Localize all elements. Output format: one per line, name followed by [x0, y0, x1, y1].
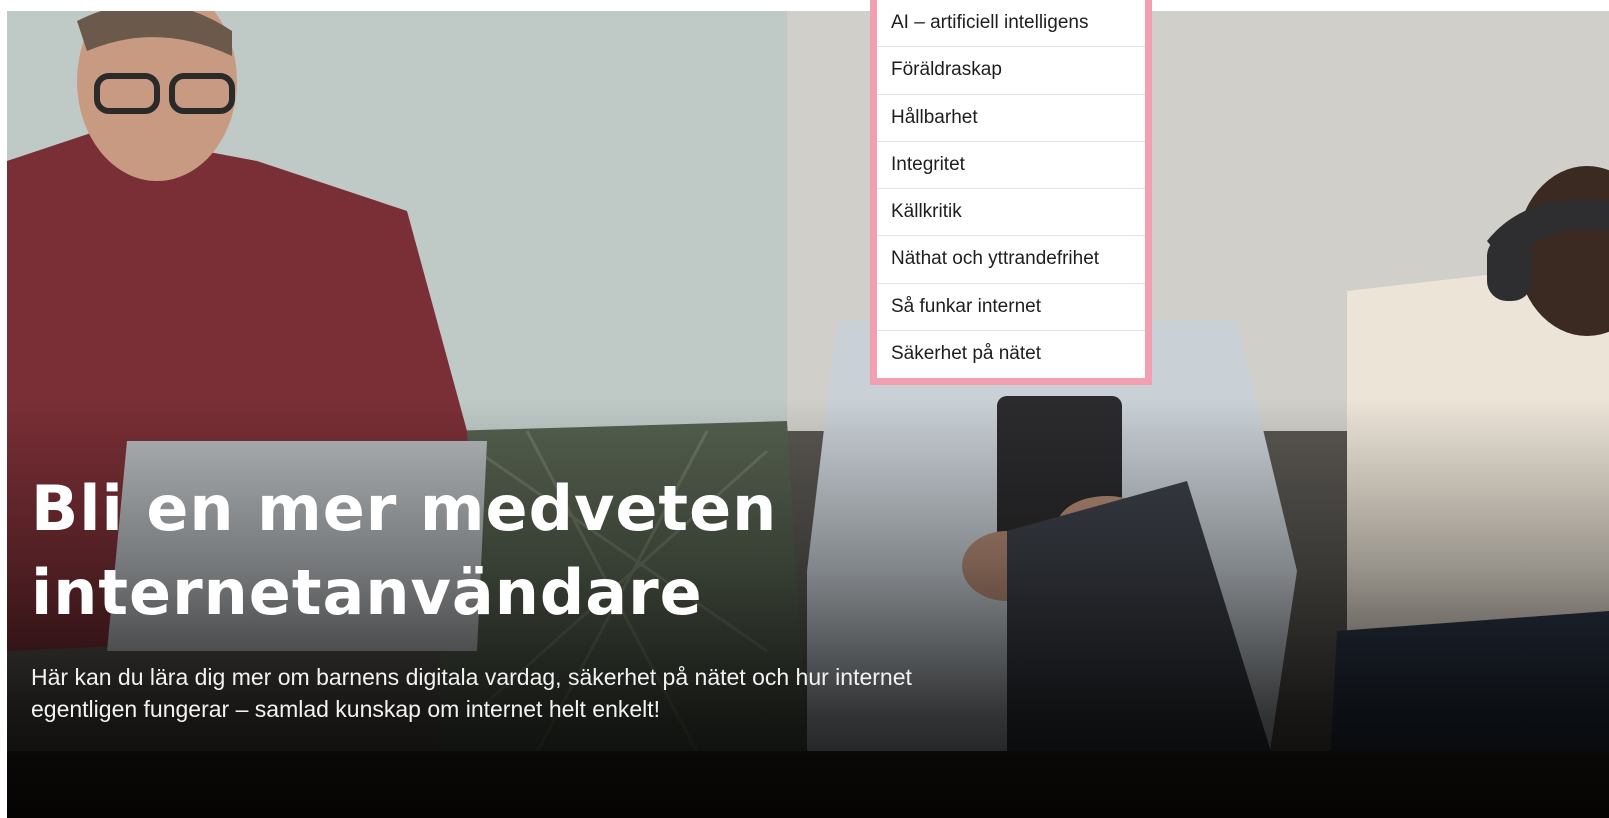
hero-lead-text: Här kan du lära dig mer om barnens digit…: [31, 664, 912, 722]
menu-item-label: Säkerhet på nätet: [891, 343, 1041, 365]
menu-item-integritet[interactable]: Integritet: [877, 142, 1145, 189]
menu-item-label: Näthat och yttrandefrihet: [891, 248, 1100, 270]
page: Bli en mer medveten internetanvändare Hä…: [0, 0, 1609, 818]
topics-dropdown-menu: AI – artificiell intelligens Föräldraska…: [870, 0, 1152, 385]
menu-item-label: Så funkar internet: [891, 295, 1041, 317]
menu-item-sa-funkar-internet[interactable]: Så funkar internet: [877, 284, 1145, 331]
hero-title: Bli en mer medveten internetanvändare: [31, 472, 778, 629]
menu-item-label: Integritet: [891, 153, 965, 175]
menu-item-label: Hållbarhet: [891, 106, 978, 128]
menu-item-sakerhet[interactable]: Säkerhet på nätet: [877, 331, 1145, 378]
menu-item-nathat[interactable]: Näthat och yttrandefrihet: [877, 236, 1145, 284]
menu-item-kallkritik[interactable]: Källkritik: [877, 189, 1145, 237]
menu-item-foraldraskap[interactable]: Föräldraskap: [877, 47, 1145, 95]
menu-item-label: Källkritik: [891, 201, 962, 223]
topics-list: AI – artificiell intelligens Föräldraska…: [877, 0, 1145, 378]
menu-item-label: AI – artificiell intelligens: [891, 12, 1089, 34]
menu-item-hallbarhet[interactable]: Hållbarhet: [877, 95, 1145, 142]
menu-item-ai[interactable]: AI – artificiell intelligens: [877, 0, 1145, 48]
menu-item-label: Föräldraskap: [891, 59, 1002, 81]
